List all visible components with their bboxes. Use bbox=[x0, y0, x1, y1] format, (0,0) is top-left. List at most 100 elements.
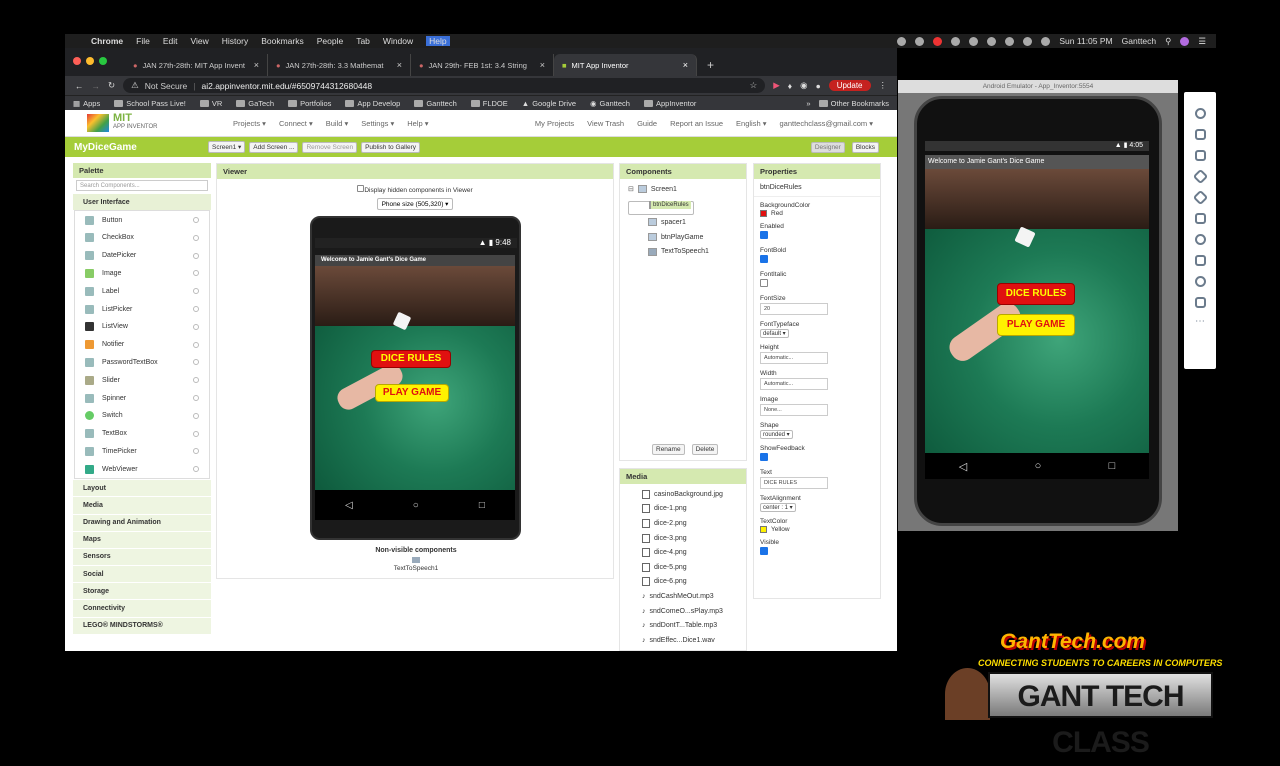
media-file[interactable]: dice-3.png bbox=[620, 531, 746, 546]
fontitalic-checkbox[interactable] bbox=[760, 279, 768, 288]
menu-tab[interactable]: Tab bbox=[356, 36, 370, 46]
bookmark-item[interactable]: GaTech bbox=[236, 99, 274, 108]
media-file[interactable]: ♪ sndCashMeOut.mp3 bbox=[620, 589, 746, 604]
tree-btn-dice-rules[interactable]: btnDiceRules bbox=[628, 200, 694, 216]
viewer-dice-rules-button[interactable]: DICE RULES bbox=[371, 350, 451, 368]
media-file[interactable]: ♪ sndDontT...Table.mp3 bbox=[620, 618, 746, 633]
rename-button[interactable]: Rename bbox=[652, 444, 685, 455]
palette-category-maps[interactable]: Maps bbox=[73, 530, 211, 548]
browser-tab-active[interactable]: ■ MIT App Inventor × bbox=[554, 54, 697, 76]
yellow-swatch-icon[interactable] bbox=[760, 526, 767, 534]
extension-icon[interactable]: ▶ bbox=[773, 80, 780, 91]
help-icon[interactable] bbox=[193, 234, 199, 241]
help-icon[interactable] bbox=[193, 377, 199, 384]
bookmark-item[interactable]: School Pass Live! bbox=[114, 99, 186, 108]
close-icon[interactable]: × bbox=[540, 60, 545, 70]
bookmark-item[interactable]: AppInventor bbox=[643, 99, 696, 108]
menu-bookmarks[interactable]: Bookmarks bbox=[261, 36, 304, 46]
emu-dice-rules-button[interactable]: DICE RULES bbox=[997, 283, 1075, 305]
extension-icon[interactable]: ◉ bbox=[800, 80, 807, 91]
menu-help[interactable]: Help bbox=[426, 36, 450, 46]
volume-down-icon[interactable] bbox=[1194, 150, 1206, 161]
enabled-checkbox[interactable] bbox=[760, 231, 768, 240]
help-icon[interactable] bbox=[193, 288, 199, 295]
bookmark-item[interactable]: ◉ Ganttech bbox=[590, 99, 630, 108]
recents-square-icon[interactable]: □ bbox=[1109, 460, 1116, 472]
camera-icon[interactable] bbox=[1194, 213, 1206, 224]
visible-checkbox[interactable] bbox=[760, 547, 768, 556]
shape-select[interactable]: rounded ▾ bbox=[760, 430, 793, 440]
typeface-select[interactable]: default ▾ bbox=[760, 329, 789, 339]
overview-icon[interactable] bbox=[1194, 297, 1206, 308]
forward-icon[interactable]: → bbox=[92, 81, 101, 91]
viewer-play-game-button[interactable]: PLAY GAME bbox=[375, 384, 449, 402]
palette-item-image[interactable]: Image bbox=[75, 265, 209, 283]
bookmark-apps[interactable]: ▦ Apps bbox=[73, 99, 100, 108]
palette-item-checkbox[interactable]: CheckBox bbox=[75, 229, 209, 247]
palette-item-label[interactable]: Label bbox=[75, 282, 209, 300]
prop-value[interactable]: Yellow bbox=[771, 526, 790, 533]
help-icon[interactable] bbox=[193, 359, 199, 366]
nav-projects[interactable]: Projects ▾ bbox=[233, 119, 266, 128]
palette-search-input[interactable]: Search Components... bbox=[76, 180, 208, 191]
tree-texttospeech1[interactable]: TextToSpeech1 bbox=[628, 244, 746, 259]
notification-icon[interactable]: ☰ bbox=[1198, 36, 1206, 47]
close-icon[interactable]: × bbox=[683, 60, 688, 70]
menu-file[interactable]: File bbox=[136, 36, 150, 46]
help-icon[interactable] bbox=[193, 341, 199, 348]
palette-category-storage[interactable]: Storage bbox=[73, 582, 211, 600]
emu-play-game-button[interactable]: PLAY GAME bbox=[997, 314, 1075, 336]
tree-btn-play-game[interactable]: btnPlayGame bbox=[628, 230, 746, 245]
back-icon[interactable]: ← bbox=[75, 81, 84, 91]
url-field[interactable]: ⚠ Not Secure | ai2.appinventor.mit.edu/#… bbox=[123, 78, 766, 93]
showfeedback-checkbox[interactable] bbox=[760, 453, 768, 462]
palette-category-drawing[interactable]: Drawing and Animation bbox=[73, 513, 211, 531]
status-icon[interactable] bbox=[969, 36, 979, 46]
browser-tab[interactable]: ● JAN 27th-28th: 3.3 Mathemat × bbox=[268, 54, 411, 76]
menu-edit[interactable]: Edit bbox=[163, 36, 178, 46]
rotate-right-icon[interactable] bbox=[1192, 189, 1208, 206]
palette-category-connectivity[interactable]: Connectivity bbox=[73, 599, 211, 617]
bluetooth-icon[interactable] bbox=[1005, 36, 1015, 46]
close-icon[interactable]: × bbox=[397, 60, 402, 70]
help-icon[interactable] bbox=[193, 466, 199, 473]
bookmark-other[interactable]: » Other Bookmarks bbox=[806, 99, 889, 108]
nav-account[interactable]: ganttechclass@gmail.com ▾ bbox=[780, 119, 874, 128]
prop-value[interactable]: Red bbox=[771, 210, 783, 217]
red-swatch-icon[interactable] bbox=[760, 210, 767, 217]
palette-item-listpicker[interactable]: ListPicker bbox=[75, 300, 209, 318]
palette-item-listview[interactable]: ListView bbox=[75, 318, 209, 336]
menu-window[interactable]: Window bbox=[383, 36, 413, 46]
width-input[interactable]: Automatic... bbox=[760, 378, 828, 391]
designer-button[interactable]: Designer bbox=[810, 141, 845, 153]
volume-icon[interactable] bbox=[1041, 36, 1051, 46]
palette-item-button[interactable]: Button bbox=[75, 211, 209, 229]
media-file[interactable]: dice-2.png bbox=[620, 516, 746, 531]
palette-category-user-interface[interactable]: User Interface bbox=[73, 193, 211, 211]
nav-guide[interactable]: Guide bbox=[637, 119, 657, 128]
browser-tab[interactable]: ● JAN 29th- FEB 1st: 3.4 String × bbox=[411, 54, 554, 76]
profile-icon[interactable]: ● bbox=[816, 81, 821, 91]
image-input[interactable]: None... bbox=[760, 404, 828, 417]
media-file[interactable]: ♪ sndEffec...Dice1.wav bbox=[620, 633, 746, 648]
phone-size-select[interactable]: Phone size (505,320) ▾ bbox=[376, 198, 454, 210]
help-icon[interactable] bbox=[193, 306, 199, 313]
nonvisible-item[interactable]: TextToSpeech1 bbox=[217, 565, 615, 572]
new-tab-icon[interactable]: + bbox=[697, 58, 724, 76]
nav-language[interactable]: English ▾ bbox=[736, 119, 766, 128]
palette-category-lego[interactable]: LEGO® MINDSTORMS® bbox=[73, 616, 211, 634]
close-icon[interactable]: × bbox=[254, 60, 259, 70]
star-icon[interactable]: ☆ bbox=[750, 80, 758, 91]
palette-category-layout[interactable]: Layout bbox=[73, 479, 211, 497]
fontsize-input[interactable]: 20 bbox=[760, 303, 828, 316]
textalign-select[interactable]: center : 1 ▾ bbox=[760, 503, 796, 513]
volume-up-icon[interactable] bbox=[1194, 129, 1206, 140]
spotlight-icon[interactable]: ⚲ bbox=[1165, 36, 1171, 47]
help-icon[interactable] bbox=[193, 270, 199, 277]
menu-people[interactable]: People bbox=[317, 36, 343, 46]
palette-item-spinner[interactable]: Spinner bbox=[75, 389, 209, 407]
bookmark-item[interactable]: FLDOE bbox=[470, 99, 508, 108]
bookmark-item[interactable]: ▲ Google Drive bbox=[522, 99, 576, 108]
palette-category-sensors[interactable]: Sensors bbox=[73, 547, 211, 566]
bookmark-item[interactable]: Ganttech bbox=[414, 99, 457, 108]
